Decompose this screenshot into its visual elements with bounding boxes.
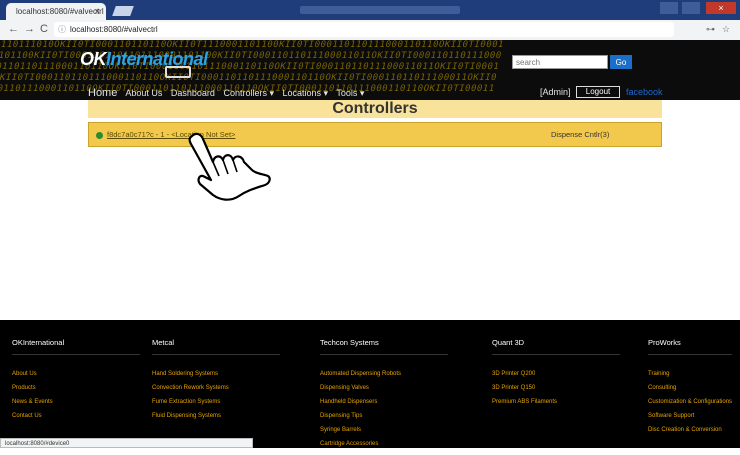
nav-locations[interactable]: Locations ▾ — [283, 88, 329, 98]
search-input[interactable] — [512, 55, 608, 69]
footer-link[interactable]: Handheld Dispensers — [320, 399, 401, 413]
controller-type: Dispense Cntlr(3) — [551, 130, 610, 139]
footer-link[interactable]: Syringe Barrels — [320, 427, 401, 441]
footer-link[interactable]: Training — [648, 371, 732, 385]
footer-link[interactable]: Disc Creation & Conversion — [648, 427, 732, 441]
window-title — [300, 6, 460, 14]
footer-link[interactable]: News & Events — [12, 399, 53, 413]
new-tab-button[interactable] — [112, 6, 134, 16]
minimize-button[interactable] — [660, 2, 678, 14]
footer-link[interactable]: About Us — [12, 371, 53, 385]
nav-controllers[interactable]: Controllers ▾ — [223, 88, 274, 98]
footer-link[interactable]: Premium ABS Filaments — [492, 399, 557, 413]
footer-link[interactable]: Customization & Configurations — [648, 399, 732, 413]
window-close-button[interactable]: × — [706, 2, 736, 14]
maximize-button[interactable] — [682, 2, 700, 14]
footer-link[interactable]: Dispensing Tips — [320, 413, 401, 427]
forward-icon[interactable]: → — [24, 23, 35, 35]
footer-heading: Techcon Systems — [320, 338, 379, 347]
footer-link[interactable]: Hand Soldering Systems — [152, 371, 229, 385]
bookmark-star-icon[interactable]: ☆ — [722, 24, 730, 35]
browser-titlebar: localhost:8080/#valvectrl × × — [0, 0, 740, 20]
url-bar[interactable]: ⓘ localhost:8080/#valvectrl — [54, 22, 674, 37]
search-button[interactable]: Go — [610, 55, 632, 69]
hand-pointer-icon — [188, 132, 271, 201]
admin-link[interactable]: [Admin] — [540, 87, 571, 97]
footer-link[interactable]: Fluid Dispensing Systems — [152, 413, 229, 427]
url-text: localhost:8080/#valvectrl — [70, 25, 158, 34]
footer-divider — [320, 354, 448, 355]
site-footer: OKInternational About Us Products News &… — [0, 320, 740, 448]
browser-status-bar: localhost:8080/#device0 — [0, 438, 253, 448]
browser-tab[interactable]: localhost:8080/#valvectrl × — [6, 3, 106, 20]
nav-tools[interactable]: Tools ▾ — [336, 88, 364, 98]
tab-title: localhost:8080/#valvectrl — [16, 7, 104, 16]
tab-close-icon[interactable]: × — [95, 6, 100, 16]
address-toolbar: ← → C ⓘ localhost:8080/#valvectrl ⊶ ☆ — [0, 20, 740, 41]
footer-link[interactable]: Software Support — [648, 413, 732, 427]
footer-heading: OKInternational — [12, 338, 65, 347]
status-online-icon — [96, 132, 103, 139]
footer-link[interactable]: Consulting — [648, 385, 732, 399]
footer-divider — [648, 354, 732, 355]
main-nav: Home About Us Dashboard Controllers ▾ Lo… — [88, 87, 370, 99]
reload-icon[interactable]: C — [40, 23, 48, 35]
footer-heading: ProWorks — [648, 338, 681, 347]
facebook-link[interactable]: facebook — [626, 87, 663, 97]
footer-link[interactable]: 3D Printer Q200 — [492, 371, 557, 385]
footer-link[interactable]: Contact Us — [12, 413, 53, 427]
footer-divider — [152, 354, 280, 355]
page-title: Controllers — [88, 100, 662, 118]
back-icon[interactable]: ← — [8, 23, 19, 35]
footer-link[interactable]: Automated Dispensing Robots — [320, 371, 401, 385]
nav-about[interactable]: About Us — [125, 88, 162, 98]
nav-home[interactable]: Home — [88, 87, 117, 99]
logo-chip-icon — [165, 66, 191, 78]
controller-row[interactable]: f8dc7a0c71?c - 1 - <Location Not Set> Di… — [88, 122, 662, 147]
footer-divider — [12, 354, 140, 355]
footer-heading: Metcal — [152, 338, 175, 347]
footer-link[interactable]: 3D Printer Q150 — [492, 385, 557, 399]
footer-heading: Quant 3D — [492, 338, 525, 347]
footer-link[interactable]: Dispensing Valves — [320, 385, 401, 399]
site-info-icon[interactable]: ⓘ — [58, 25, 66, 34]
footer-link[interactable]: Fume Extraction Systems — [152, 399, 229, 413]
footer-link[interactable]: Convection Rework Systems — [152, 385, 229, 399]
footer-link[interactable]: Cartridge Accessories — [320, 441, 401, 455]
logout-button[interactable]: Logout — [576, 86, 620, 98]
nav-dashboard[interactable]: Dashboard — [171, 88, 215, 98]
footer-divider — [492, 354, 620, 355]
key-icon[interactable]: ⊶ — [706, 24, 715, 35]
footer-link[interactable]: Products — [12, 385, 53, 399]
